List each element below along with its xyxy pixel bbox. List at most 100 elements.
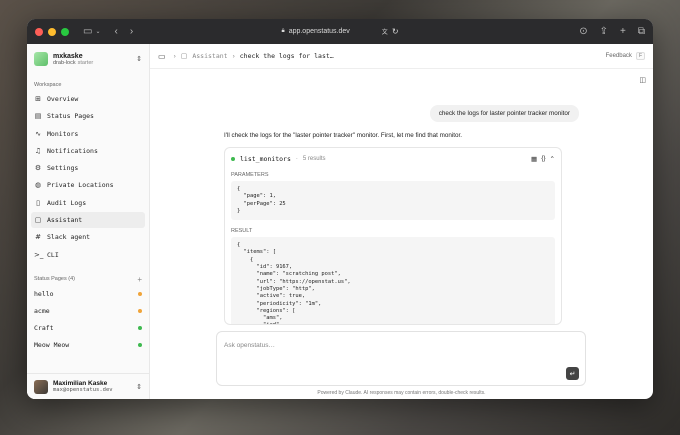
sidebar-item-monitors[interactable]: ∿ Monitors	[31, 126, 145, 142]
status-page-item-acme[interactable]: acme	[31, 303, 145, 320]
monitor-icon: ∿	[35, 129, 41, 138]
chat-input[interactable]	[224, 342, 554, 349]
chat-icon: ▢	[34, 216, 42, 225]
reload-icon[interactable]: ↻	[392, 27, 399, 36]
feedback-label: Feedback	[605, 53, 632, 59]
sidebar-item-label: Slack agent	[47, 233, 91, 242]
send-button[interactable]: ↵	[566, 367, 579, 380]
app-shell: mxkaske drab-lock starter ⇕ Workspace ⊞ …	[27, 44, 653, 399]
sidebar-panel-icon[interactable]: ▭	[158, 52, 166, 61]
sidebar-item-label: Private Locations	[47, 181, 114, 190]
sidebar-item-label: Audit Logs	[47, 198, 87, 207]
status-page-item-meow-meow[interactable]: Meow Meow	[31, 337, 145, 354]
chevron-right-icon: ›	[173, 52, 176, 60]
sidebar-item-label: Overview	[47, 95, 79, 103]
code-view-icon[interactable]: {}	[541, 155, 545, 163]
sidebar-item-status-pages[interactable]: ▤ Status Pages	[31, 108, 145, 124]
download-icon[interactable]: ⊙	[579, 26, 587, 37]
feedback-shortcut: F	[635, 52, 645, 60]
browser-window: ▭ ⌄ ‹ › 🔒︎ app.openstatus.dev 文 ↻ ⊙ ⇪ + …	[27, 19, 653, 399]
sidebar: mxkaske drab-lock starter ⇕ Workspace ⊞ …	[27, 44, 150, 399]
sidebar-item-label: Status Pages	[47, 112, 94, 121]
chat-icon: ▢	[180, 53, 188, 60]
url-text: app.openstatus.dev	[288, 27, 350, 35]
add-status-page-icon[interactable]: +	[137, 275, 142, 284]
sidebar-item-settings[interactable]: ⚙ Settings	[31, 160, 145, 176]
sidebar-item-private-locations[interactable]: ◍ Private Locations	[31, 177, 145, 193]
feedback-button[interactable]: Feedback F	[606, 52, 645, 60]
panel-toggle-icon[interactable]: ◫	[639, 76, 646, 84]
result-code: { "items": [ { "id": 9167, "name": "scra…	[231, 237, 555, 324]
toolbar-right-actions: ⊙ ⇪ + ⧉	[579, 19, 645, 44]
tool-call-header[interactable]: list_monitors · 5 results ▦ {} ⌃	[225, 148, 561, 168]
new-tab-icon[interactable]: +	[620, 26, 626, 37]
chevron-down-icon[interactable]: ⌄	[95, 28, 100, 35]
status-pages-count: (4)	[68, 276, 75, 283]
tool-status-dot	[231, 157, 235, 161]
bell-icon: ♫	[34, 146, 42, 155]
workspace-logo	[34, 52, 48, 66]
share-icon[interactable]: ⇪	[600, 26, 608, 37]
workspace-switcher[interactable]: mxkaske drab-lock starter ⇕	[27, 44, 149, 74]
user-menu[interactable]: Maximilian Kaske max@openstatus.dev ⇕	[27, 373, 149, 399]
chevron-right-icon: ›	[232, 52, 235, 60]
forward-icon[interactable]: ›	[130, 26, 133, 37]
parameters-label: PARAMETERS	[231, 172, 269, 178]
workspace-name: mxkaske	[53, 52, 83, 60]
table-view-icon[interactable]: ▦	[531, 155, 537, 163]
address-bar[interactable]: 🔒︎ app.openstatus.dev 文 ↻	[245, 24, 435, 38]
sidebar-item-label: Assistant	[47, 216, 83, 225]
main-content: ▭ › ▢ Assistant › check the logs for las…	[150, 44, 653, 399]
sidebar-item-overview[interactable]: ⊞ Overview	[31, 91, 145, 107]
ai-disclaimer: Powered by Claude. AI responses may cont…	[317, 390, 486, 396]
tool-call-card: list_monitors · 5 results ▦ {} ⌃ PARAMET…	[224, 147, 562, 325]
sidebar-item-notifications[interactable]: ♫ Notifications	[31, 143, 145, 159]
return-icon: ↵	[569, 370, 576, 378]
status-indicator	[138, 309, 142, 314]
chevron-up-down-icon: ⇕	[136, 56, 142, 63]
sidebar-item-label: Notifications	[47, 146, 98, 155]
sidebar-item-label: Settings	[47, 164, 79, 173]
sidebar-item-slack-agent[interactable]: # Slack agent	[31, 229, 145, 245]
breadcrumb-assistant[interactable]: Assistant	[192, 52, 227, 60]
status-indicator	[138, 292, 142, 297]
sidebar-item-audit-logs[interactable]: ▯ Audit Logs	[31, 195, 145, 211]
minimize-window-button[interactable]	[48, 27, 56, 36]
status-page-item-craft[interactable]: Craft	[31, 320, 145, 337]
sidebar-toggle-icon[interactable]: ▭	[83, 26, 92, 37]
sidebar-item-assistant[interactable]: ▢ Assistant	[31, 212, 145, 229]
status-page-item-hello[interactable]: hello	[31, 286, 145, 303]
status-indicator	[138, 326, 142, 331]
sidebar-item-label: Monitors	[47, 129, 79, 138]
globe-icon: ◍	[34, 181, 42, 190]
tool-result-count: 5 results	[302, 156, 326, 162]
result-label: RESULT	[231, 228, 253, 235]
status-pages-section-label: Status Pages	[34, 276, 67, 283]
gear-icon: ⚙	[34, 164, 42, 173]
traffic-lights	[35, 27, 69, 36]
user-name: Maximilian Kaske	[53, 380, 108, 387]
status-pages-section-header: Status Pages (4) +	[27, 275, 149, 284]
back-icon[interactable]: ‹	[114, 26, 117, 37]
parameters-code: { "page": 1, "perPage": 25 }	[231, 181, 555, 221]
tab-overview-icon[interactable]: ⧉	[638, 26, 645, 37]
breadcrumb-current: check the logs for last…	[239, 52, 334, 60]
file-icon: ▯	[36, 198, 40, 207]
maximize-window-button[interactable]	[61, 27, 69, 36]
status-page-icon: ▤	[34, 112, 42, 121]
main-header: ▭ › ▢ Assistant › check the logs for las…	[150, 44, 653, 69]
sidebar-item-cli[interactable]: >_ CLI	[31, 247, 145, 263]
workspace-slug: drab-lock	[53, 59, 76, 66]
status-page-label: hello	[34, 290, 54, 299]
status-indicator	[138, 343, 142, 348]
terminal-icon: >_	[34, 250, 44, 259]
workspace-plan: starter	[77, 59, 94, 66]
close-window-button[interactable]	[35, 27, 43, 36]
chat-composer: ↵	[216, 331, 586, 386]
translate-icon[interactable]: 文	[382, 27, 388, 36]
status-page-label: Meow Meow	[34, 341, 70, 350]
avatar	[34, 379, 48, 394]
slack-icon: #	[35, 233, 41, 242]
chevron-up-icon[interactable]: ⌃	[550, 155, 555, 163]
grid-icon: ⊞	[35, 95, 41, 103]
